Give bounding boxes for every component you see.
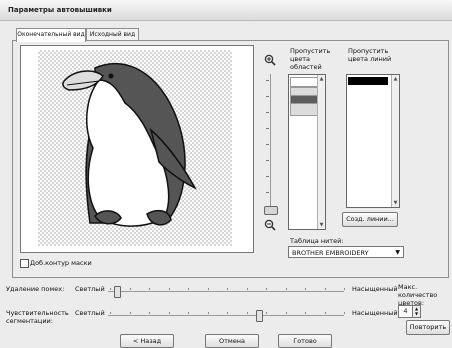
- noise-removal-label: Удаление помех:: [6, 285, 65, 293]
- slider-tick: [305, 288, 306, 290]
- segmentation-max-label: Насыщенный: [352, 309, 398, 317]
- noise-removal-slider-track[interactable]: [108, 291, 344, 292]
- tab-final-view[interactable]: Оконечательный вид: [16, 28, 86, 42]
- slider-tick: [168, 312, 170, 314]
- slider-tick: [110, 288, 111, 290]
- slider-tick: [324, 312, 326, 314]
- slider-tick: [149, 288, 150, 290]
- zoom-out-icon[interactable]: [264, 219, 276, 234]
- slider-tick: [227, 312, 228, 314]
- slider-tick: [188, 288, 189, 290]
- spin-down-icon[interactable]: ▼: [413, 311, 420, 316]
- slider-tick: [285, 312, 287, 314]
- slider-tick: [246, 288, 248, 290]
- skip-line-colors-label: Пропустить цвета линий: [348, 47, 392, 63]
- skip-region-colors-list[interactable]: ▲ ▼: [288, 74, 326, 230]
- slider-tick: [168, 288, 170, 290]
- slider-tick: [266, 312, 267, 314]
- zoom-slider-track[interactable]: [270, 74, 271, 212]
- window-title: Параметры автовышивки: [8, 6, 112, 14]
- retry-button[interactable]: Повторить: [406, 320, 450, 335]
- noise-removal-min-label: Светлый: [75, 285, 105, 293]
- slider-tick: [227, 288, 228, 290]
- slider-tick: [266, 288, 267, 290]
- zoom-tick: [266, 160, 269, 161]
- thread-table-value: BROTHER EMBROIDERY: [292, 249, 369, 257]
- scroll-down-icon[interactable]: ▼: [392, 200, 399, 206]
- thread-table-label: Таблица нитей:: [290, 237, 344, 245]
- line-color-swatch[interactable]: [348, 77, 388, 85]
- skip-line-scrollbar[interactable]: ▲ ▼: [391, 75, 399, 207]
- region-color-swatch[interactable]: [290, 77, 318, 87]
- zoom-tick: [266, 176, 269, 177]
- skip-region-scrollbar[interactable]: ▲ ▼: [317, 75, 325, 229]
- slider-tick: [344, 288, 345, 290]
- slider-tick: [129, 312, 131, 314]
- zoom-tick: [266, 144, 269, 145]
- max-colors-input[interactable]: 4: [398, 305, 413, 318]
- penguin-image: [62, 63, 197, 227]
- done-button[interactable]: Готово: [278, 334, 332, 348]
- zoom-slider-thumb[interactable]: [264, 206, 278, 215]
- create-lines-button[interactable]: Созд. линии...: [342, 212, 398, 227]
- slider-tick: [324, 288, 326, 290]
- chevron-down-icon[interactable]: ▼: [395, 247, 400, 259]
- slider-tick: [207, 288, 209, 290]
- slider-tick: [344, 312, 345, 314]
- noise-removal-slider-thumb[interactable]: [114, 286, 122, 298]
- mask-outline-checkbox[interactable]: [20, 259, 29, 268]
- back-button[interactable]: < Назад: [120, 334, 174, 348]
- zoom-tick: [266, 128, 269, 129]
- region-color-swatch[interactable]: [290, 103, 318, 116]
- slider-tick: [207, 312, 209, 314]
- slider-tick: [305, 312, 306, 314]
- thread-table-select[interactable]: BROTHER EMBROIDERY ▼: [288, 246, 404, 258]
- noise-removal-max-label: Насыщенный: [352, 285, 398, 293]
- slider-tick: [285, 288, 287, 290]
- scroll-down-icon[interactable]: ▼: [318, 222, 325, 228]
- skip-line-colors-list[interactable]: ▲ ▼: [346, 74, 400, 208]
- zoom-tick: [266, 192, 269, 193]
- max-colors-label: Макс. количество цветов:: [398, 283, 438, 307]
- max-colors-spinner[interactable]: ▲ ▼: [412, 305, 421, 318]
- zoom-tick: [266, 112, 269, 113]
- segmentation-label: Чувствительность сегментации:: [6, 309, 69, 325]
- zoom-tick: [266, 96, 269, 97]
- slider-tick: [149, 312, 150, 314]
- slider-tick: [246, 312, 248, 314]
- zoom-tick: [266, 80, 269, 81]
- mask-outline-label: Доб.контур маски: [30, 259, 92, 267]
- segmentation-slider-thumb[interactable]: [256, 310, 264, 322]
- segmentation-min-label: Светлый: [75, 309, 105, 317]
- scroll-up-icon[interactable]: ▲: [318, 76, 325, 82]
- segmentation-slider-track[interactable]: [108, 315, 344, 316]
- slider-tick: [188, 312, 189, 314]
- cancel-button[interactable]: Отмена: [205, 334, 259, 348]
- zoom-in-icon[interactable]: [264, 54, 276, 69]
- scroll-up-icon[interactable]: ▲: [392, 76, 399, 82]
- skip-region-colors-label: Пропустить цвета областей: [290, 47, 331, 71]
- slider-tick: [110, 312, 111, 314]
- slider-tick: [129, 288, 131, 290]
